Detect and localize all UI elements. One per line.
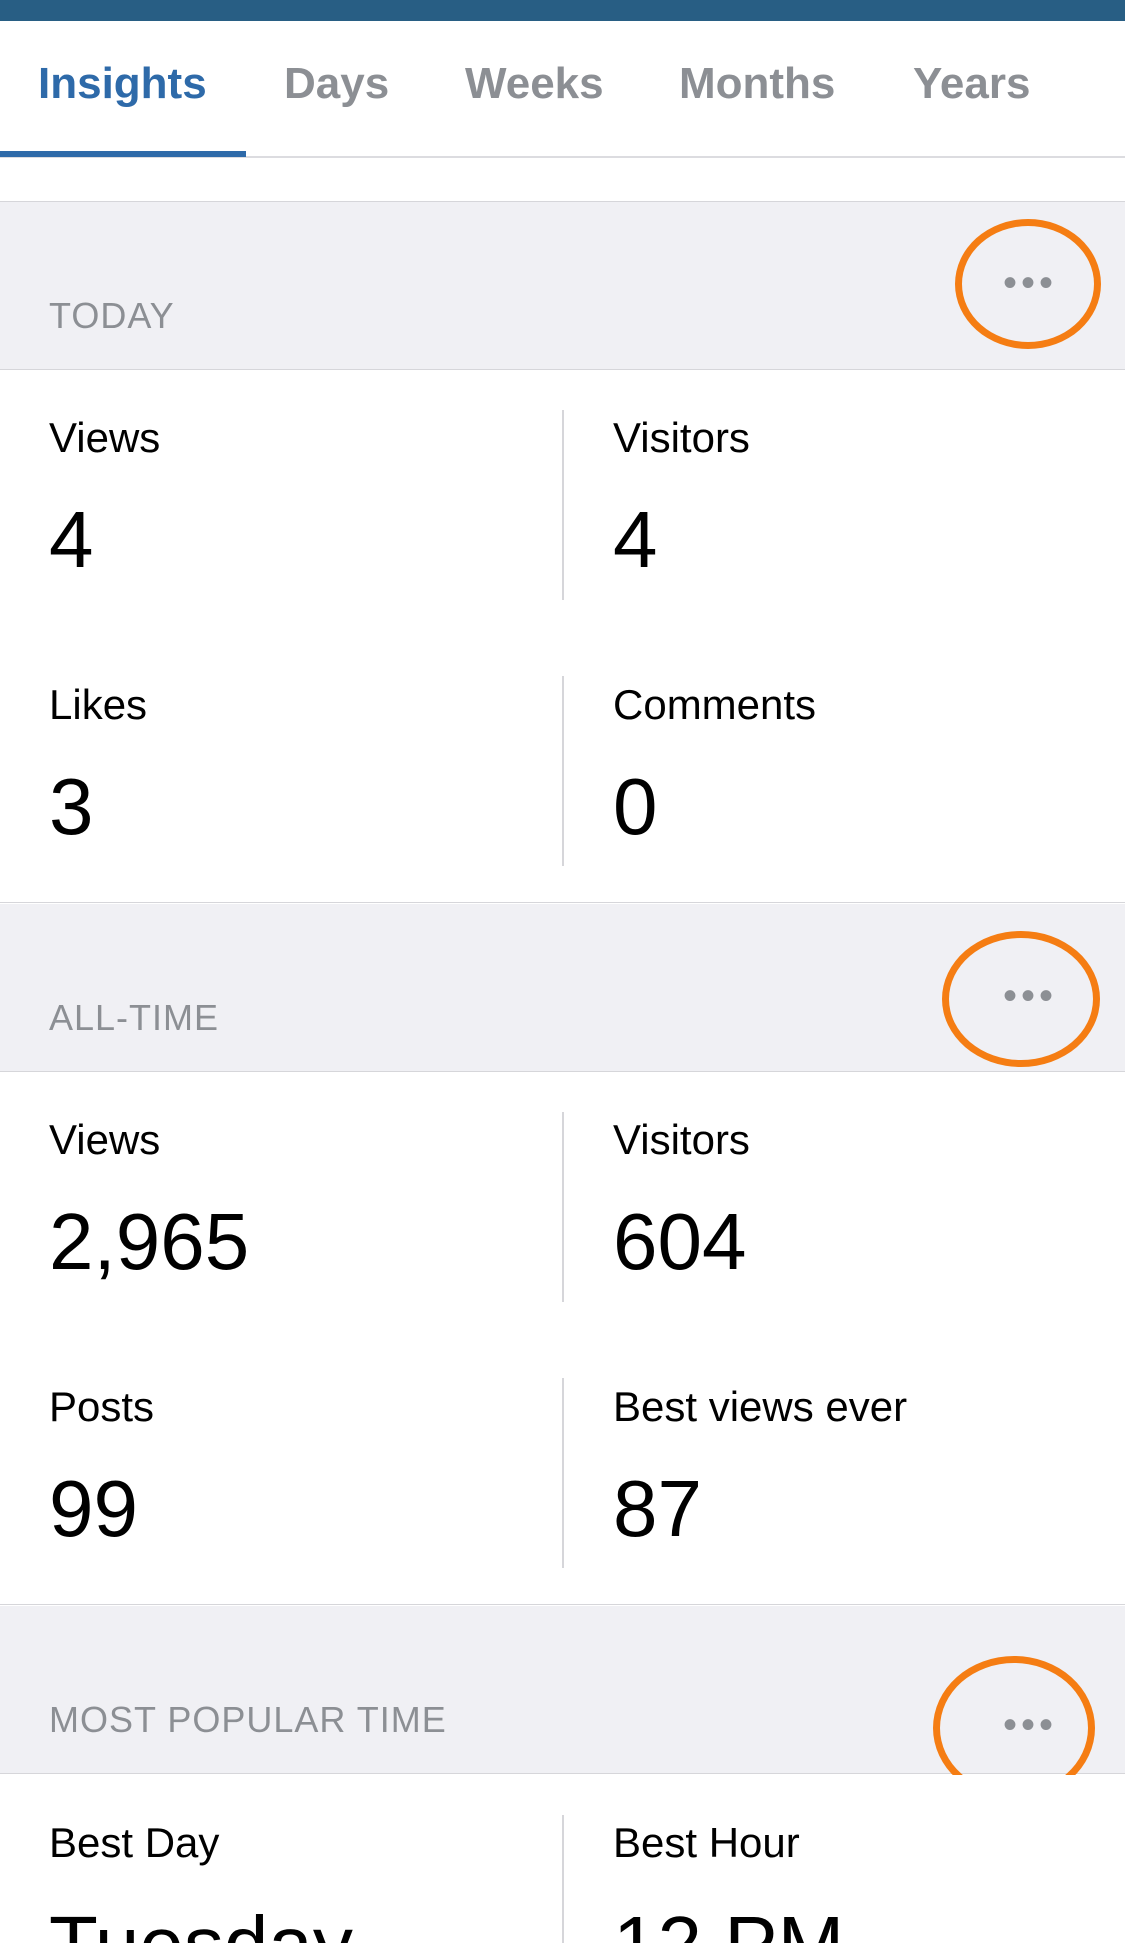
stat-today-likes: Likes 3 (49, 681, 549, 871)
divider (562, 1815, 564, 1943)
stat-value: 0 (613, 762, 658, 851)
section-title-today: TODAY (49, 295, 175, 336)
stat-value: Tuesday (49, 1899, 353, 1943)
period-tab-bar: Insights Days Weeks Months Years (0, 21, 1125, 158)
tab-insights[interactable]: Insights (38, 59, 207, 109)
active-tab-indicator (0, 151, 246, 157)
section-title-all-time: ALL-TIME (49, 997, 220, 1038)
stat-label: Views (49, 1116, 161, 1163)
tab-days[interactable]: Days (284, 59, 389, 109)
stat-best-hour: Best Hour 12 PM (613, 1819, 1113, 1943)
more-icon: ••• (1002, 974, 1057, 1018)
stat-label: Visitors (613, 1116, 750, 1163)
spacer (0, 158, 1125, 202)
tab-years[interactable]: Years (913, 59, 1030, 109)
stat-label: Best Day (49, 1819, 220, 1866)
stat-label: Comments (613, 681, 817, 728)
status-bar (0, 0, 1125, 21)
stat-label: Best Hour (613, 1819, 800, 1866)
stat-value: 3 (49, 762, 94, 851)
all-time-more-button[interactable]: ••• (942, 921, 1105, 1071)
stat-all-time-best-views: Best views ever 87 (613, 1383, 1113, 1573)
stat-value: 4 (613, 495, 658, 584)
divider (562, 1378, 564, 1568)
popular-time-stats: Best Day Tuesday Best Hour 12 PM (0, 1775, 1125, 1943)
today-more-button[interactable]: ••• (955, 219, 1105, 369)
divider (562, 1112, 564, 1302)
more-icon: ••• (1002, 1703, 1057, 1747)
stat-value: 604 (613, 1197, 747, 1286)
section-header-today: TODAY ••• (0, 202, 1125, 370)
stat-value: 87 (613, 1464, 702, 1553)
section-title-popular-time: MOST POPULAR TIME (49, 1699, 447, 1740)
divider (562, 410, 564, 600)
stat-label: Posts (49, 1383, 155, 1430)
today-stats: Views 4 Visitors 4 Likes 3 Comments 0 (0, 370, 1125, 903)
stat-value: 12 PM (613, 1899, 844, 1943)
divider (562, 676, 564, 866)
stat-value: 2,965 (49, 1197, 250, 1286)
stat-label: Views (49, 414, 161, 461)
more-icon: ••• (1002, 261, 1057, 305)
stat-all-time-visitors: Visitors 604 (613, 1116, 1113, 1306)
tab-months[interactable]: Months (679, 59, 835, 109)
section-header-popular-time: MOST POPULAR TIME ••• (0, 1606, 1125, 1800)
stat-label: Best views ever (613, 1383, 908, 1430)
all-time-stats: Views 2,965 Visitors 604 Posts 99 Best v… (0, 1072, 1125, 1605)
stat-best-day: Best Day Tuesday (49, 1819, 549, 1943)
stat-all-time-posts: Posts 99 (49, 1383, 549, 1573)
popular-time-more-button[interactable]: ••• (933, 1623, 1105, 1800)
stat-label: Visitors (613, 414, 750, 461)
stat-today-views: Views 4 (49, 414, 549, 604)
tab-weeks[interactable]: Weeks (465, 59, 604, 109)
stat-all-time-views: Views 2,965 (49, 1116, 549, 1306)
stat-label: Likes (49, 681, 148, 728)
stat-today-comments: Comments 0 (613, 681, 1113, 871)
stat-value: 99 (49, 1464, 138, 1553)
section-header-all-time: ALL-TIME ••• (0, 904, 1125, 1072)
stat-today-visitors: Visitors 4 (613, 414, 1113, 604)
stat-value: 4 (49, 495, 94, 584)
